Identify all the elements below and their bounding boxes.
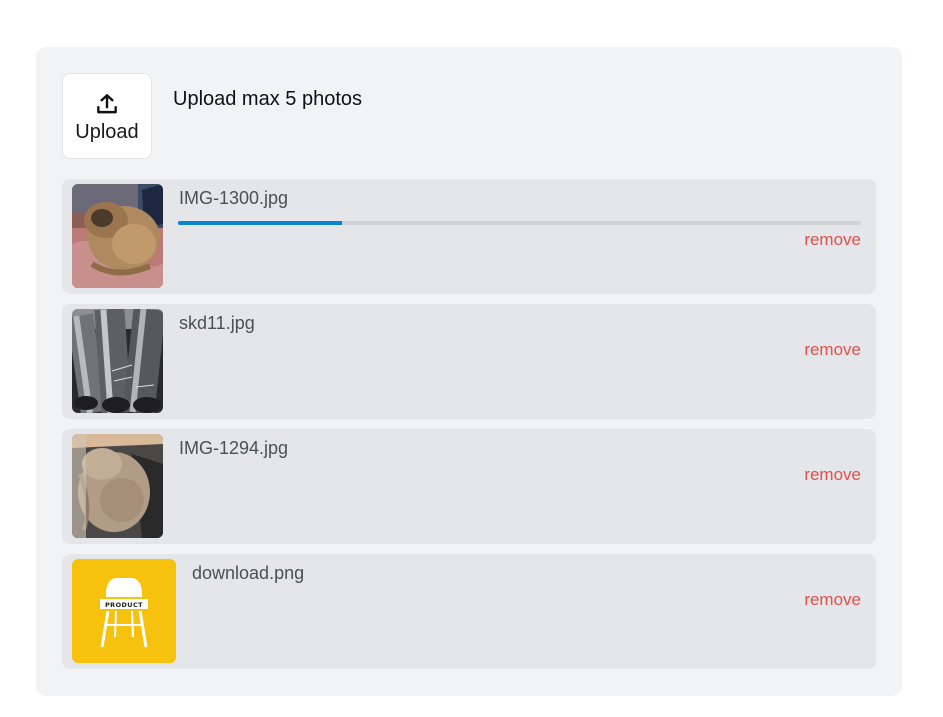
file-thumbnail: [72, 309, 163, 413]
upload-progress-fill: [178, 221, 342, 225]
file-item: IMG-1300.jpg remove: [62, 179, 876, 294]
upload-panel: Upload Upload max 5 photos IMG-1300.jpg …: [36, 47, 902, 696]
file-name: download.png: [192, 563, 305, 583]
file-item: IMG-1294.jpg remove: [62, 429, 876, 544]
file-thumbnail: [72, 434, 163, 538]
file-item: PRODUCT download.png remove: [62, 554, 876, 669]
upload-hint: Upload max 5 photos: [173, 88, 363, 110]
file-name: IMG-1294.jpg: [179, 438, 289, 458]
upload-button[interactable]: Upload: [62, 73, 152, 159]
upload-button-label: Upload: [75, 120, 139, 143]
svg-text:PRODUCT: PRODUCT: [105, 601, 143, 609]
file-list: IMG-1300.jpg remove skd11.jpg remove IMG…: [62, 179, 876, 679]
remove-button[interactable]: remove: [804, 230, 861, 250]
file-thumbnail: [72, 184, 163, 288]
remove-button[interactable]: remove: [804, 465, 861, 485]
file-thumbnail: PRODUCT: [72, 559, 176, 663]
file-name: IMG-1300.jpg: [179, 188, 289, 208]
upload-progress-bar: [178, 221, 861, 225]
upload-icon: [97, 93, 117, 113]
file-name: skd11.jpg: [179, 313, 255, 333]
product-chair-logo: PRODUCT: [72, 559, 176, 663]
remove-button[interactable]: remove: [804, 340, 861, 360]
remove-button[interactable]: remove: [804, 590, 861, 610]
file-item: skd11.jpg remove: [62, 304, 876, 419]
